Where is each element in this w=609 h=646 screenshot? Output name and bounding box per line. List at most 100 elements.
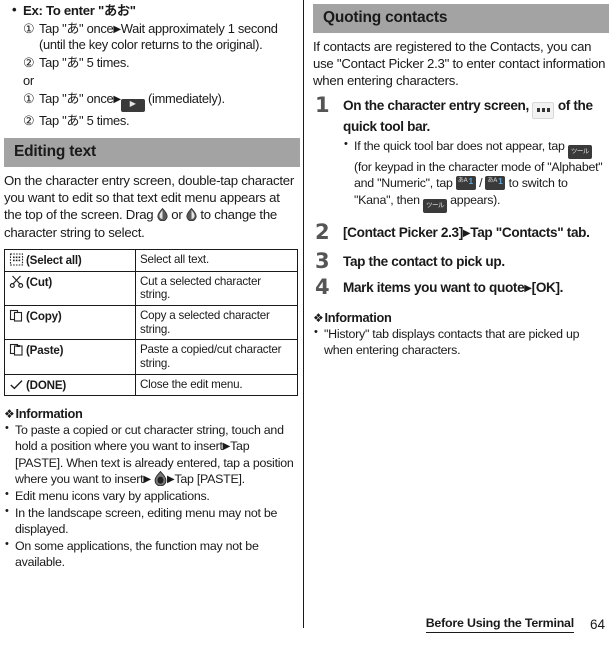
list-item: Edit menu icons vary by applications. bbox=[4, 487, 300, 504]
list-item: On some applications, the function may n… bbox=[4, 537, 300, 570]
step-title: [Contact Picker 2.3]▶Tap "Contacts" tab. bbox=[343, 225, 609, 242]
table-cell-description: Select all text. bbox=[135, 248, 298, 272]
table-cell-label-text: (Cut) bbox=[26, 275, 53, 289]
table-cell-label: (Cut) bbox=[4, 270, 136, 306]
arrow-icon: ▶ bbox=[143, 473, 151, 485]
kana-alphabet-key-icon: あA 1 bbox=[455, 176, 476, 191]
information-heading-right: ❖Information bbox=[313, 310, 609, 325]
step-number: 3 bbox=[315, 248, 330, 273]
information-heading-left-text: Information bbox=[15, 406, 83, 422]
cut-scissors-icon bbox=[9, 275, 24, 288]
circled-number-2-icon: ② bbox=[23, 55, 35, 71]
step-2: 2 [Contact Picker 2.3]▶Tap "Contacts" ta… bbox=[313, 219, 609, 244]
step-number: 2 bbox=[315, 219, 330, 244]
step-3: 3 Tap the contact to pick up. bbox=[313, 248, 609, 273]
paste-icon bbox=[9, 343, 24, 356]
table-row: (Paste) Paste a copied/cut character str… bbox=[4, 339, 298, 375]
table-cell-label-text: (DONE) bbox=[26, 378, 67, 392]
table-row: (Cut) Cut a selected character string. bbox=[4, 270, 298, 306]
circled-number-1-icon: ① bbox=[23, 20, 35, 36]
circled-number-2-icon: ② bbox=[23, 112, 35, 128]
table-cell-description: Cut a selected character string. bbox=[135, 270, 298, 306]
arrow-icon: ▶ bbox=[113, 93, 121, 105]
arrow-icon: ▶ bbox=[113, 23, 121, 35]
footer-page-number: 64 bbox=[589, 617, 605, 632]
table-row: (Copy) Copy a selected character string. bbox=[4, 304, 298, 341]
circled-number-1-icon: ① bbox=[23, 90, 35, 106]
footer-chapter-title: Before Using the Terminal bbox=[425, 616, 574, 633]
selection-handle-right-icon bbox=[186, 208, 197, 222]
info-text-part2: Tap [PASTE]. bbox=[174, 471, 245, 486]
information-heading-left: ❖Information bbox=[4, 406, 300, 421]
kana-numeric-key-icon: あA 1 bbox=[485, 176, 506, 191]
example-heading: Ex: To enter "あお" bbox=[4, 2, 300, 20]
example-step-text-before: Tap "あ" 5 times. bbox=[39, 55, 130, 71]
edit-menu-table: (Select all) Select all text. (Cut) Cut … bbox=[4, 248, 298, 397]
bullet-sep: / bbox=[479, 176, 483, 191]
table-cell-label-text: (Select all) bbox=[26, 253, 82, 267]
example-alt-step-text-after: (immediately). bbox=[148, 90, 225, 106]
step-title-part1: On the character entry screen, bbox=[343, 98, 529, 114]
step-number: 1 bbox=[315, 93, 330, 118]
diamond-bullet-icon: ❖ bbox=[4, 407, 15, 422]
arrow-icon: ▶ bbox=[524, 282, 532, 294]
arrow-key-chip-icon: ▶ bbox=[120, 98, 145, 112]
editing-text-body-or: or bbox=[171, 207, 183, 223]
check-done-icon bbox=[9, 378, 24, 391]
example-or-label: or bbox=[23, 72, 34, 88]
table-cell-description: Copy a selected character string. bbox=[135, 304, 298, 341]
step-title-part1: Mark items you want to quote bbox=[343, 279, 525, 295]
example-alt-step-text-before: Tap "あ" 5 times. bbox=[39, 112, 130, 128]
copy-icon bbox=[9, 309, 24, 322]
step-1: 1 On the character entry screen, of the … bbox=[313, 93, 609, 213]
step-1-bullets: If the quick tool bar does not appear, t… bbox=[343, 137, 609, 213]
step-title-part2: [OK]. bbox=[531, 279, 564, 295]
quick-tool-bar-dots-icon bbox=[532, 102, 555, 120]
table-row: (DONE) Close the edit menu. bbox=[4, 373, 298, 397]
information-list-right: "History" tab displays contacts that are… bbox=[313, 325, 609, 358]
column-divider bbox=[303, 0, 304, 628]
tool-key-icon: ツール bbox=[422, 198, 447, 213]
step-title: On the character entry screen, of the qu… bbox=[343, 98, 609, 136]
table-cell-label: (Paste) bbox=[4, 339, 136, 375]
example-step-list: ① Tap "あ" once▶Wait approximately 1 secon… bbox=[4, 21, 300, 72]
example-alt-step: ① Tap "あ" once▶ ▶ (immediately). bbox=[23, 91, 300, 112]
page-footer: Before Using the Terminal 64 bbox=[0, 612, 609, 638]
step-number: 4 bbox=[315, 274, 330, 299]
example-step: ① Tap "あ" once▶Wait approximately 1 secon… bbox=[23, 21, 300, 55]
select-all-icon bbox=[9, 253, 24, 266]
step-4: 4 Mark items you want to quote▶[OK]. bbox=[313, 274, 609, 299]
step-title-part1: Tap the contact to pick up. bbox=[343, 253, 505, 269]
arrow-icon: ▶ bbox=[222, 441, 231, 453]
selection-handle-icon bbox=[154, 470, 167, 486]
section-header-quoting-contacts: Quoting contacts bbox=[313, 4, 609, 33]
list-item: To paste a copied or cut character strin… bbox=[4, 421, 300, 487]
table-cell-label: (DONE) bbox=[4, 373, 136, 397]
diamond-bullet-icon: ❖ bbox=[313, 310, 324, 325]
table-row: (Select all) Select all text. bbox=[4, 248, 298, 272]
step-title-part2: Tap "Contacts" tab. bbox=[470, 224, 590, 240]
example-step-text-before: Tap "あ" once bbox=[39, 20, 114, 36]
table-cell-description: Close the edit menu. bbox=[135, 373, 298, 397]
table-cell-description: Paste a copied/cut character string. bbox=[135, 339, 298, 375]
step-title-part1: [Contact Picker 2.3] bbox=[343, 224, 463, 240]
section-header-editing-text: Editing text bbox=[4, 138, 300, 167]
table-cell-label: (Select all) bbox=[4, 248, 136, 272]
quoting-contacts-intro: If contacts are registered to the Contac… bbox=[313, 38, 606, 89]
bullet-text-1: If the quick tool bar does not appear, t… bbox=[354, 139, 565, 154]
table-cell-label: (Copy) bbox=[4, 304, 136, 341]
table-cell-label-text: (Paste) bbox=[26, 344, 64, 358]
list-item: In the landscape screen, editing menu ma… bbox=[4, 504, 300, 537]
list-item: If the quick tool bar does not appear, t… bbox=[343, 137, 609, 213]
list-item: "History" tab displays contacts that are… bbox=[313, 325, 609, 358]
table-cell-label-text: (Copy) bbox=[26, 309, 62, 323]
manual-page: Ex: To enter "あお" ①Tap "あ" once▶Wait app… bbox=[0, 0, 609, 646]
example-alt-step: ② Tap "あ" 5 times. bbox=[23, 113, 300, 130]
example-alt-step-text-before: Tap "あ" once bbox=[39, 90, 114, 106]
selection-handle-left-icon bbox=[157, 208, 168, 222]
step-title: Mark items you want to quote▶[OK]. bbox=[343, 280, 609, 297]
example-alt-step-list: ① Tap "あ" once▶ ▶ (immediately). ② Tap "あ" … bbox=[4, 91, 300, 130]
right-column: Quoting contacts If contacts are registe… bbox=[313, 0, 609, 358]
information-list-left: To paste a copied or cut character strin… bbox=[4, 421, 300, 570]
left-column: Ex: To enter "あお" ①Tap "あ" once▶Wait app… bbox=[4, 0, 300, 570]
